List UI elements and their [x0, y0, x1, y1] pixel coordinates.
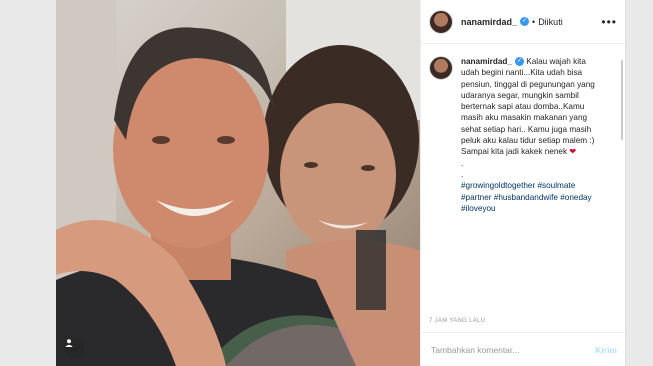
hashtag-line[interactable]: #growingoldtogether #soulmate: [461, 181, 575, 190]
caption-line: Sampai kita jadi kakek nenek: [461, 147, 568, 157]
post-sidebar: nanamirdad_ ✓ • Diikuti ••• nanamirdad_ ✓…: [420, 0, 625, 366]
photo-illustration: [56, 0, 420, 366]
caption-line: pensiun, tinggal di pegunungan yang: [461, 79, 595, 89]
caption-line: udah begini nanti...Kita udah bisa: [461, 68, 583, 78]
caption-text: nanamirdad_ ✓ Kalau wajah kita udah begin…: [461, 56, 617, 214]
verified-badge-icon: ✓: [520, 17, 530, 26]
post-photo[interactable]: [56, 0, 420, 366]
comment-bar: Kirim: [421, 332, 625, 366]
send-button[interactable]: Kirim: [595, 345, 617, 355]
caption-dot: .: [461, 158, 464, 168]
caption-line: masih aku masakin makanan yang: [461, 113, 588, 123]
verified-badge-icon: ✓: [514, 57, 524, 67]
caption-comment: nanamirdad_ ✓ Kalau wajah kita udah begin…: [421, 44, 625, 214]
post-timestamp[interactable]: 7 JAM YANG LALU: [429, 318, 485, 324]
avatar[interactable]: [429, 9, 453, 34]
separator-dot: •: [532, 16, 536, 27]
caption-username[interactable]: nanamirdad_: [461, 57, 512, 66]
heart-icon: ❤: [569, 147, 577, 157]
scrollbar[interactable]: [621, 60, 623, 140]
caption-dot: .: [461, 169, 464, 179]
tagged-user-icon[interactable]: [64, 338, 84, 358]
comment-input[interactable]: [429, 343, 583, 356]
caption-line: udaranya segar, mungkin sambil: [461, 90, 579, 100]
hashtag-line[interactable]: #partner #husbandandwife #oneday: [461, 193, 592, 202]
post-header: nanamirdad_ ✓ • Diikuti •••: [421, 0, 625, 44]
avatar[interactable]: [429, 56, 453, 80]
caption-line: peluk aku kalau tidur setiap malem :): [461, 136, 595, 146]
caption-line: Kalau wajah kita: [526, 57, 586, 66]
hashtag-line[interactable]: #iloveyou: [461, 204, 496, 213]
more-options-icon[interactable]: •••: [601, 15, 617, 29]
follow-status-button[interactable]: Diikuti: [538, 17, 563, 27]
caption-line: berternak sapi atau domba..Kamu: [461, 102, 585, 112]
caption-line: sehat setiap hari.. Kamu juga masih: [461, 124, 592, 134]
username-link[interactable]: nanamirdad_: [461, 17, 517, 27]
